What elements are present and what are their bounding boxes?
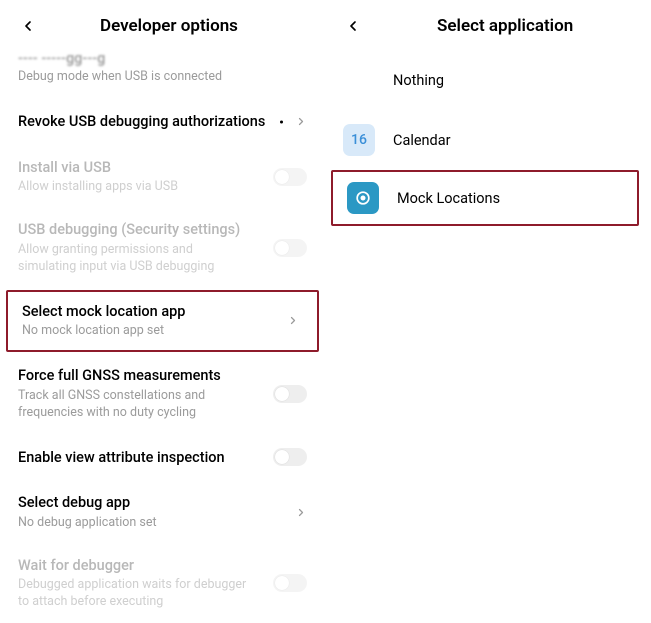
item-subtitle: No mock location app set: [22, 323, 303, 340]
app-label: Calendar: [393, 132, 451, 149]
item-subtitle: Track all GNSS constellations and freque…: [18, 388, 307, 422]
developer-options-screen: Developer options ---- -----gg---g Debug…: [0, 0, 325, 600]
chevron-right-icon: [287, 311, 299, 330]
setting-revoke-usb-auth[interactable]: Revoke USB debugging authorizations: [0, 98, 325, 146]
page-title: Developer options: [100, 16, 238, 36]
app-item-calendar[interactable]: 16 Calendar: [325, 110, 651, 170]
item-title: Select mock location app: [22, 302, 303, 322]
item-title: Wait for debugger: [18, 556, 307, 576]
toggle-switch: [273, 168, 307, 186]
setting-view-attribute[interactable]: Enable view attribute inspection: [0, 433, 325, 481]
select-application-screen: Select application Nothing 16 Calendar M…: [325, 0, 651, 600]
item-title: Revoke USB debugging authorizations: [18, 112, 307, 132]
app-label: Nothing: [393, 72, 444, 89]
page-title: Select application: [437, 16, 573, 36]
toggle-switch: [273, 574, 307, 592]
toggle-switch[interactable]: [273, 385, 307, 403]
setting-install-via-usb: Install via USB Allow installing apps vi…: [0, 146, 325, 208]
item-title: Force full GNSS measurements: [18, 366, 307, 386]
calendar-icon: 16: [343, 124, 375, 156]
item-title: Install via USB: [18, 158, 307, 178]
setting-select-debug-app[interactable]: Select debug app No debug application se…: [0, 481, 325, 543]
item-subtitle: Allow installing apps via USB: [18, 179, 307, 196]
item-subtitle: No debug application set: [18, 515, 307, 532]
setting-wait-debugger: Wait for debugger Debugged application w…: [0, 544, 325, 623]
item-title: Enable view attribute inspection: [18, 448, 307, 468]
chevron-left-icon: [345, 18, 361, 34]
dot-indicator: [280, 120, 283, 123]
back-button[interactable]: [341, 14, 365, 38]
header: Select application: [325, 0, 651, 50]
chevron-left-icon: [20, 18, 36, 34]
chevron-right-icon: [295, 503, 307, 522]
setting-usb-security: USB debugging (Security settings) Allow …: [0, 208, 325, 287]
setting-usb-debugging[interactable]: ---- -----gg---g Debug mode when USB is …: [0, 50, 325, 98]
app-label: Mock Locations: [397, 190, 500, 207]
settings-list: ---- -----gg---g Debug mode when USB is …: [0, 50, 325, 623]
app-item-mock-locations[interactable]: Mock Locations: [333, 172, 637, 224]
header: Developer options: [0, 0, 325, 50]
item-title: USB debugging (Security settings): [18, 220, 307, 240]
highlight-box: Select mock location app No mock locatio…: [6, 290, 319, 352]
item-subtitle: Debugged application waits for debugger …: [18, 577, 307, 611]
item-title: Select debug app: [18, 493, 307, 513]
toggle-switch[interactable]: [273, 448, 307, 466]
app-item-nothing[interactable]: Nothing: [325, 50, 651, 110]
back-button[interactable]: [16, 14, 40, 38]
toggle-switch: [273, 239, 307, 257]
chevron-right-icon: [295, 112, 307, 131]
setting-force-gnss[interactable]: Force full GNSS measurements Track all G…: [0, 354, 325, 433]
setting-mock-location[interactable]: Select mock location app No mock locatio…: [8, 292, 317, 350]
highlight-box: Mock Locations: [331, 170, 639, 226]
item-subtitle: Debug mode when USB is connected: [18, 69, 307, 86]
app-icon-blank: [343, 64, 375, 96]
item-subtitle: Allow granting permissions and simulatin…: [18, 242, 307, 276]
mock-locations-icon: [347, 182, 379, 214]
app-list: Nothing 16 Calendar Mock Locations: [325, 50, 651, 226]
item-title: ---- -----gg---g: [18, 50, 307, 67]
